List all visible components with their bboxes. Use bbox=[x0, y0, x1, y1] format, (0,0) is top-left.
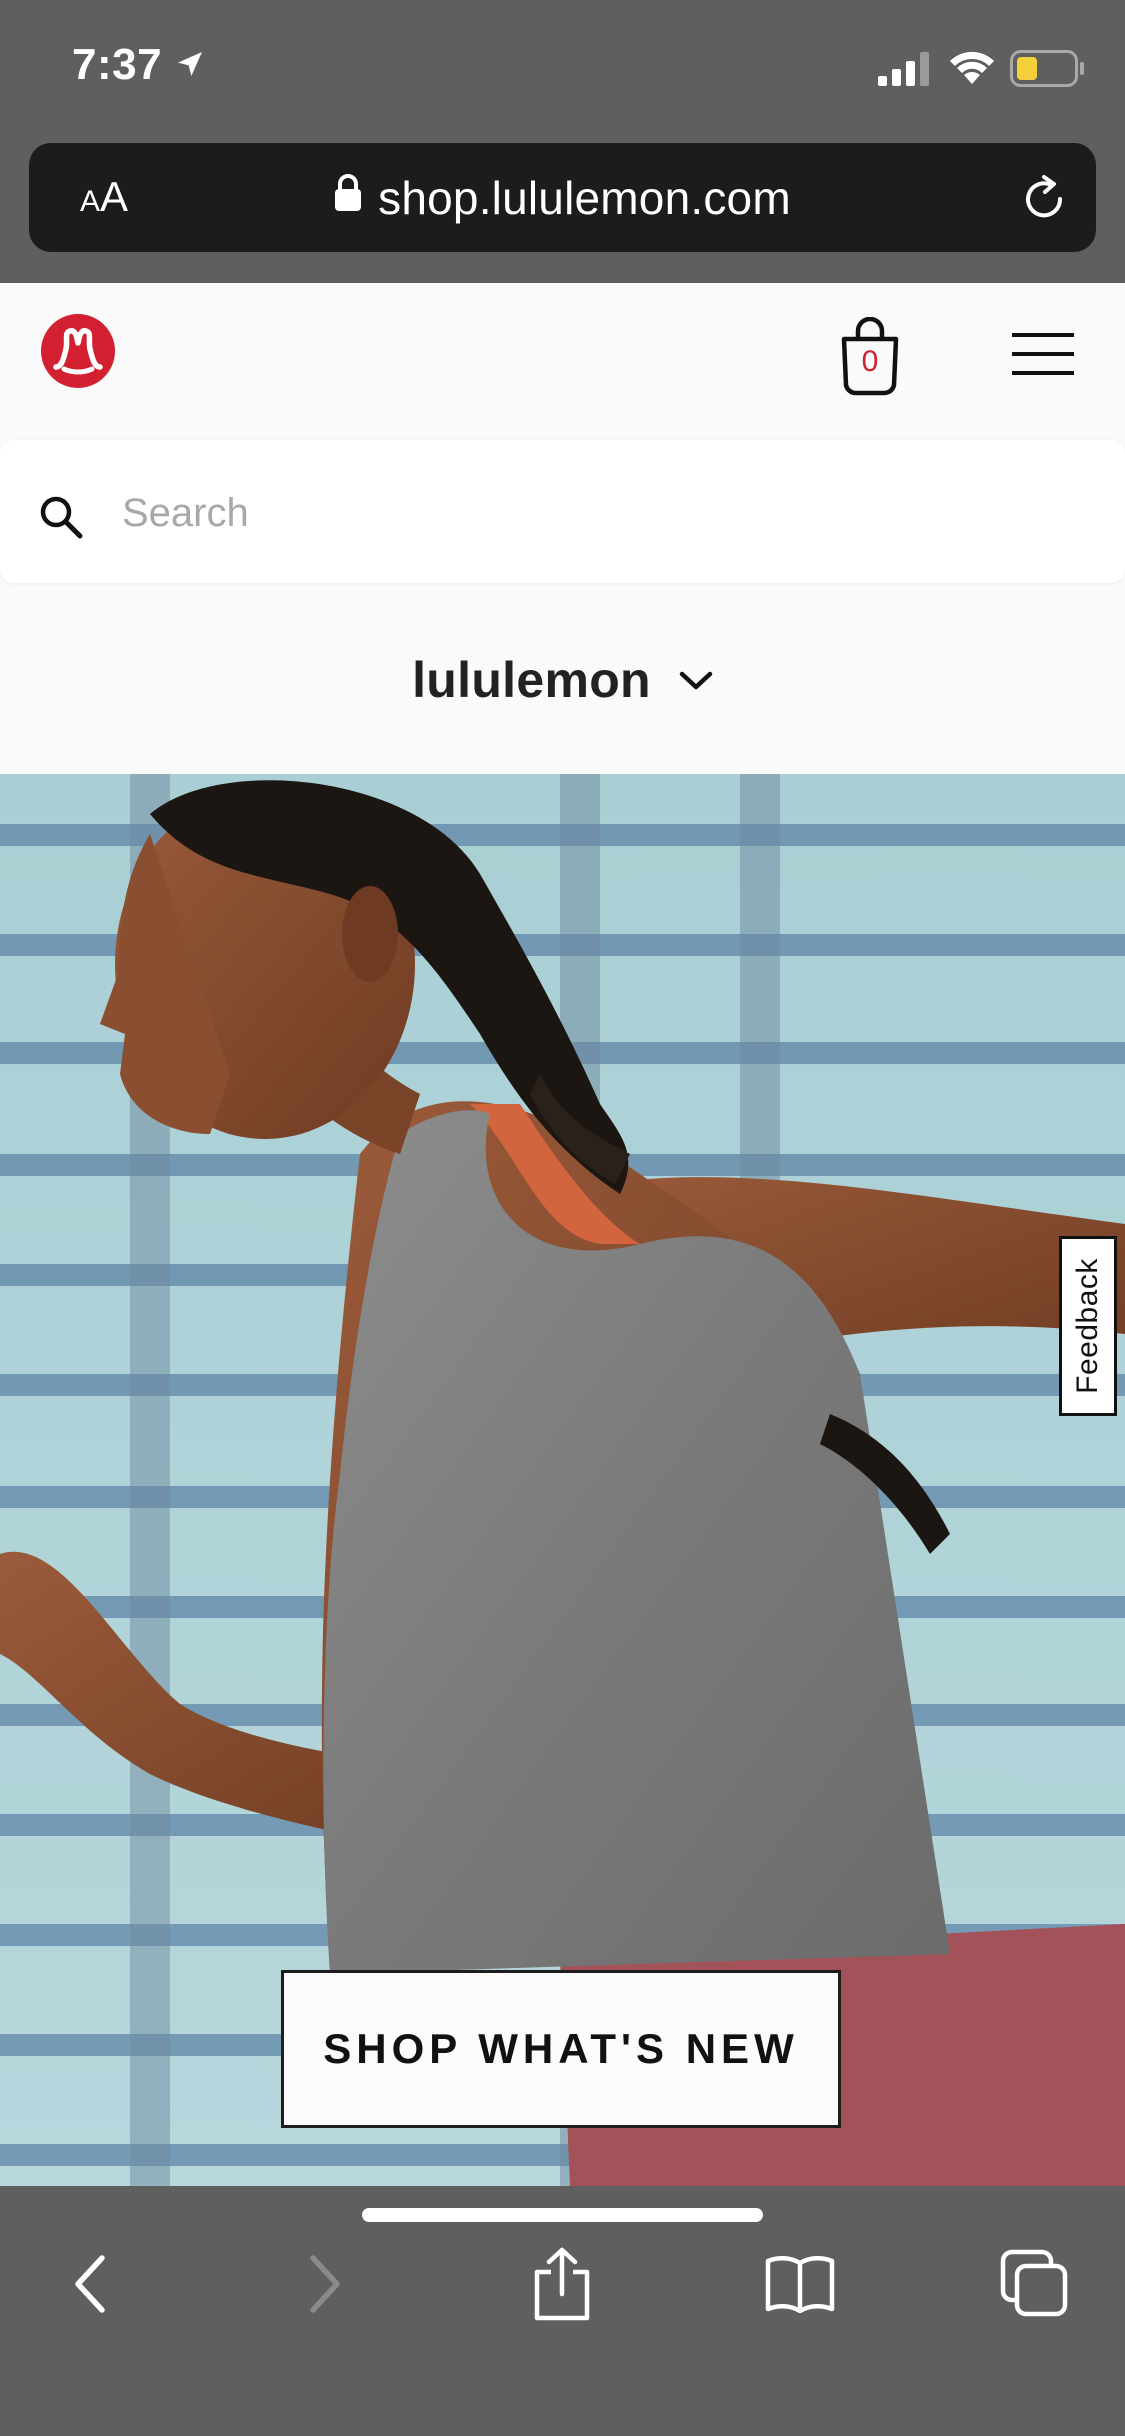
address-bar[interactable]: A A shop.lululemon.com bbox=[29, 143, 1096, 252]
wifi-icon bbox=[948, 48, 996, 91]
search-box[interactable] bbox=[0, 440, 1125, 583]
shopping-bag-icon bbox=[838, 316, 902, 401]
hamburger-menu-icon[interactable] bbox=[1012, 329, 1082, 384]
cellular-signal-icon bbox=[878, 52, 934, 91]
feedback-label: Feedback bbox=[1071, 1258, 1104, 1394]
search-icon bbox=[38, 494, 84, 545]
brand-bar: lululemon bbox=[0, 586, 1125, 774]
search-section bbox=[0, 438, 1125, 586]
search-input[interactable] bbox=[120, 470, 1064, 556]
status-bar: 7:37 bbox=[0, 0, 1125, 142]
bookmarks-icon[interactable] bbox=[750, 2234, 850, 2334]
bag-count-badge: 0 bbox=[861, 345, 879, 378]
url-text: shop.lululemon.com bbox=[378, 171, 791, 224]
shopping-bag-button[interactable]: 0 bbox=[838, 316, 902, 397]
back-icon[interactable] bbox=[40, 2234, 140, 2334]
reload-icon[interactable] bbox=[1016, 171, 1072, 232]
brand-selector-label: lululemon bbox=[412, 652, 651, 708]
home-indicator bbox=[362, 2208, 763, 2222]
shop-whats-new-button[interactable]: SHOP WHAT'S NEW bbox=[281, 1970, 841, 2128]
hero-banner[interactable]: Feedback SHOP WHAT'S NEW bbox=[0, 774, 1125, 2186]
browser-toolbar bbox=[0, 2186, 1125, 2436]
share-icon[interactable] bbox=[512, 2234, 612, 2334]
forward-icon[interactable] bbox=[275, 2234, 375, 2334]
status-time: 7:37 bbox=[72, 40, 163, 89]
location-arrow-icon bbox=[174, 48, 206, 85]
text-size-button[interactable]: A A bbox=[59, 143, 149, 252]
lock-icon bbox=[334, 174, 362, 217]
battery-icon bbox=[1010, 50, 1086, 93]
site-header: 0 bbox=[0, 283, 1125, 438]
brand-selector[interactable]: lululemon bbox=[412, 651, 713, 709]
tabs-icon[interactable] bbox=[985, 2234, 1085, 2334]
text-size-small-label: A bbox=[79, 185, 100, 218]
chevron-down-icon bbox=[679, 670, 713, 697]
lululemon-logo[interactable] bbox=[40, 313, 116, 394]
feedback-tab[interactable]: Feedback bbox=[1059, 1236, 1117, 1416]
text-size-large-label: A bbox=[100, 173, 129, 220]
